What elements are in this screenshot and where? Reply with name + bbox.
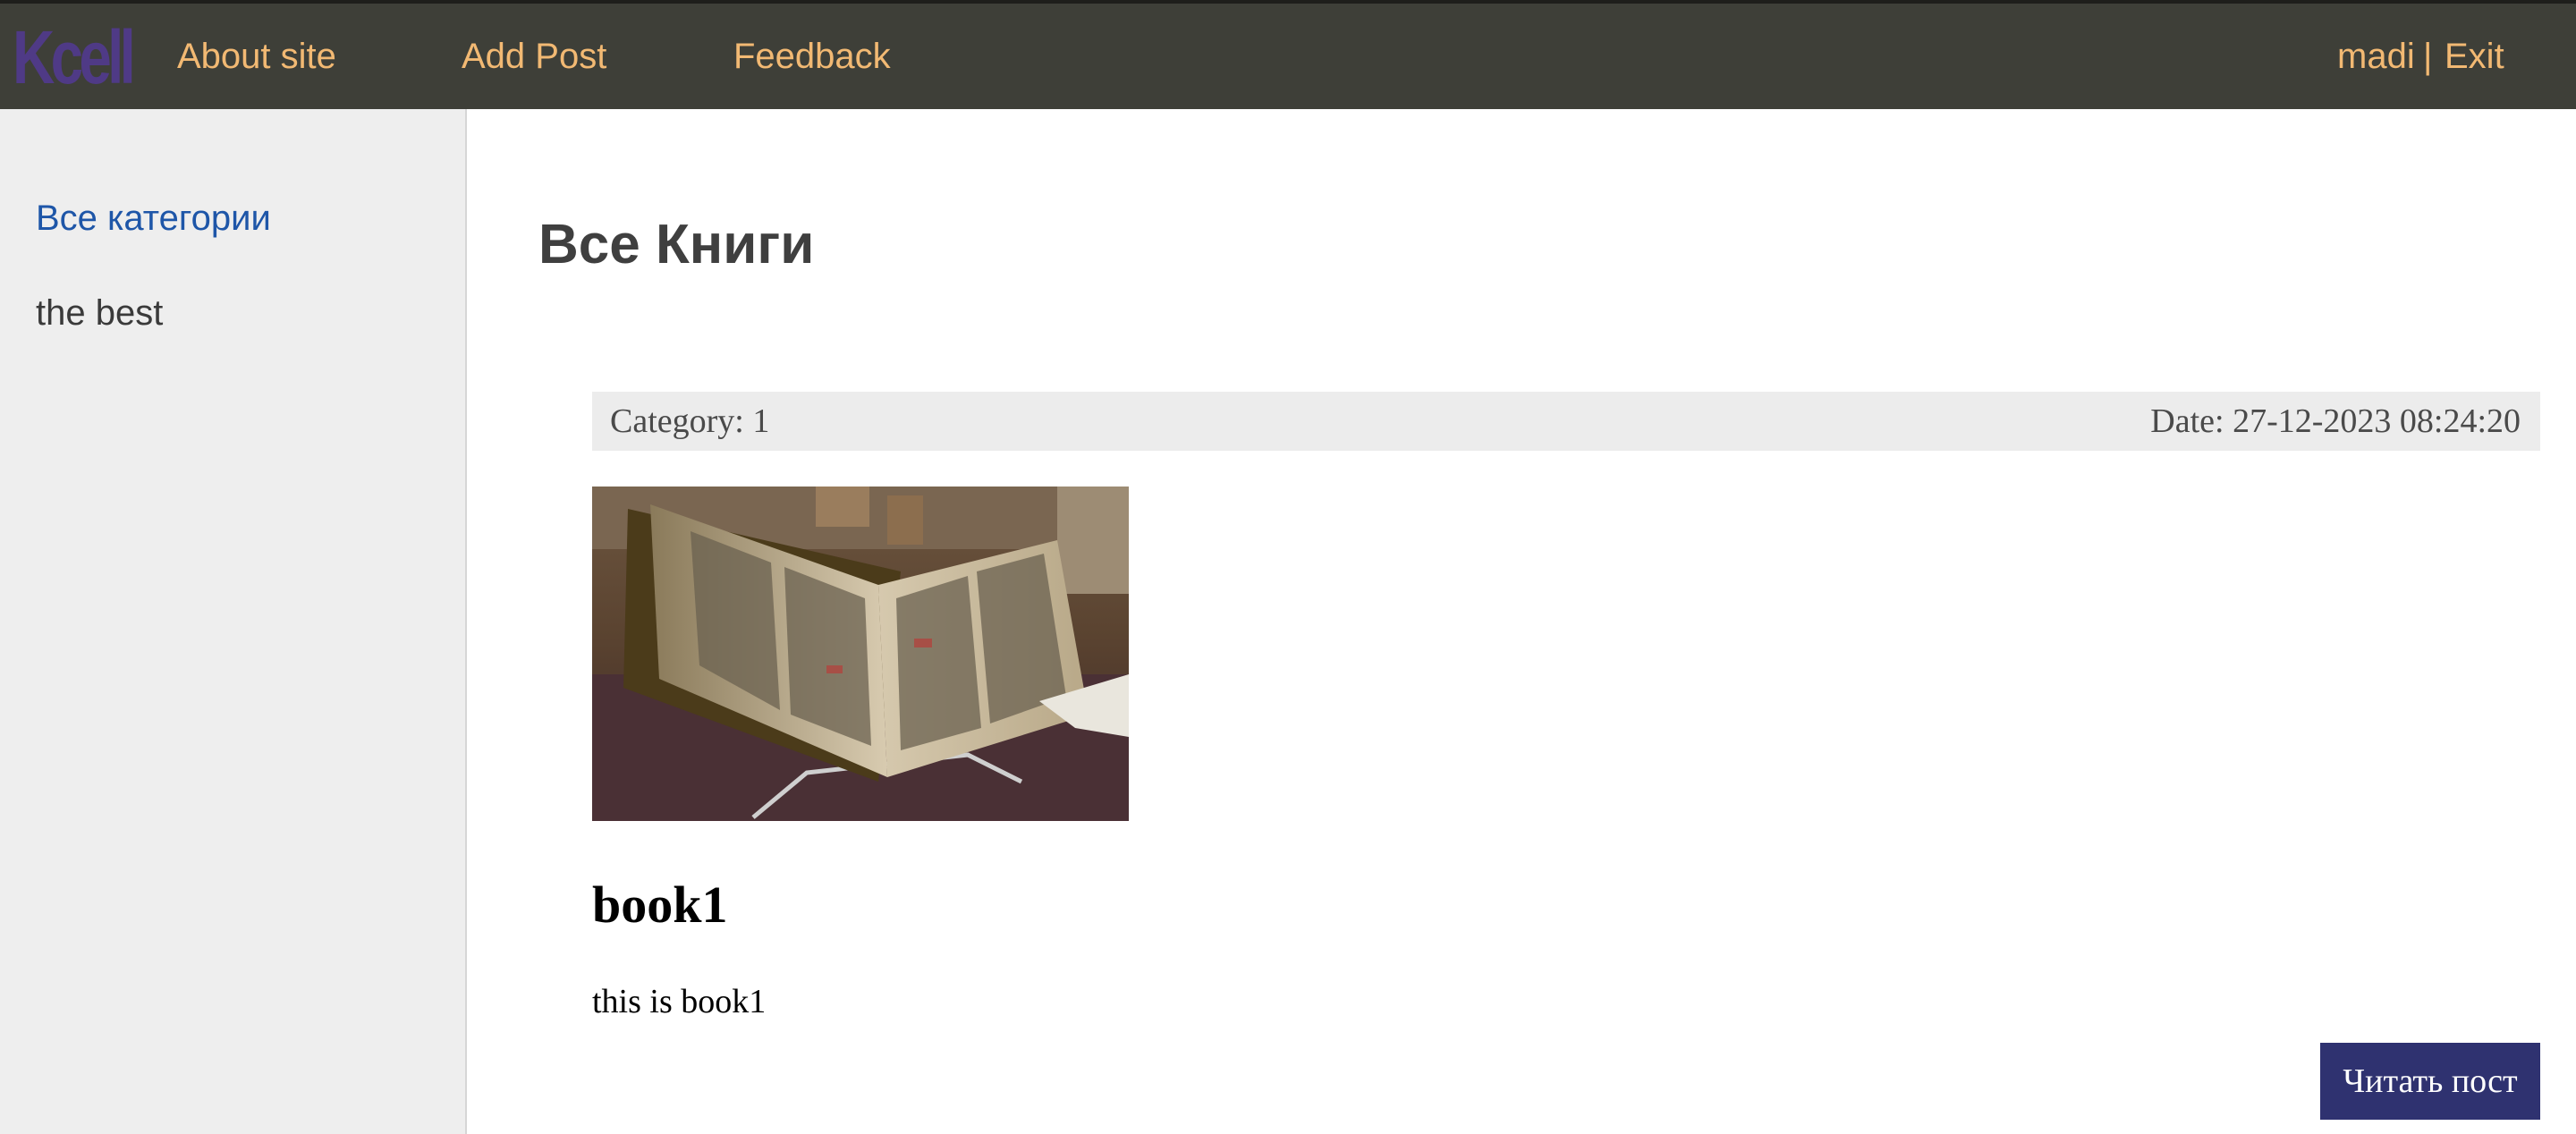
nav-about-site-link[interactable]: About site	[177, 4, 336, 109]
post-category: Category: 1	[610, 402, 770, 440]
read-post-button[interactable]: Читать пост	[2320, 1043, 2540, 1120]
user-profile-link[interactable]: madi	[2337, 4, 2415, 109]
page-title: Все Книги	[538, 214, 815, 275]
open-book-image	[592, 487, 1129, 821]
category-sidebar: Все категории the best	[0, 109, 467, 1134]
kcell-logo[interactable]: Kcell	[13, 7, 136, 107]
exit-link[interactable]: Exit	[2445, 4, 2504, 109]
nav-feedback-link[interactable]: Feedback	[733, 4, 891, 109]
post-title: book1	[592, 876, 728, 934]
top-navbar: Kcell About site Add Post Feedback madi …	[0, 0, 2576, 109]
post-image	[592, 487, 1129, 821]
sidebar-item-the-best[interactable]: the best	[36, 293, 163, 334]
sidebar-item-all-categories[interactable]: Все категории	[36, 199, 271, 239]
post-meta-bar: Category: 1 Date: 27-12-2023 08:24:20	[592, 392, 2540, 451]
nav-add-post-link[interactable]: Add Post	[462, 4, 606, 109]
post-excerpt: this is book1	[592, 983, 767, 1020]
post-date: Date: 27-12-2023 08:24:20	[2150, 402, 2521, 440]
nav-separator: |	[2423, 37, 2433, 76]
